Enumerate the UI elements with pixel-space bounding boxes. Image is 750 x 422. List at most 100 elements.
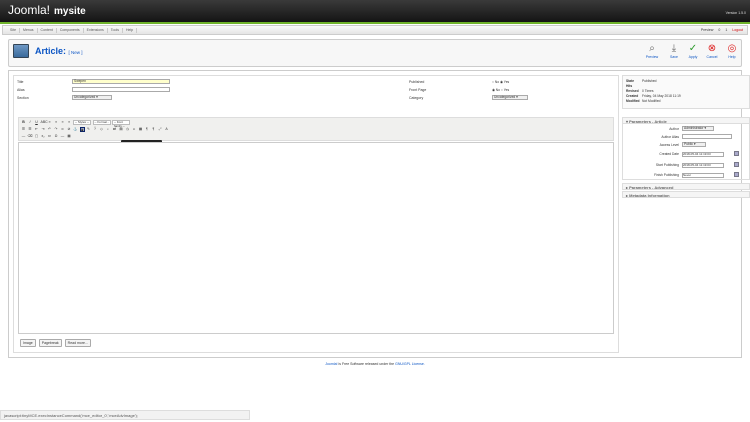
section-select[interactable]: Uncategorized ▾ xyxy=(72,95,112,100)
help-button[interactable]: ◎ Help xyxy=(725,43,739,59)
editor-content-area[interactable] xyxy=(18,142,614,334)
fullscreen-icon[interactable]: ⤢ xyxy=(158,127,163,132)
page-title-text: Article: xyxy=(35,46,67,56)
frontpage-radio-group[interactable]: ◉ No ○ Yes xyxy=(492,88,509,92)
menu-site[interactable]: Site xyxy=(7,28,21,33)
category-select[interactable]: Uncategorized ▾ xyxy=(492,95,528,100)
replace-icon[interactable]: ⇄ xyxy=(112,127,117,132)
finish-publishing-input[interactable]: Never xyxy=(682,173,724,178)
calendar-icon[interactable] xyxy=(734,162,739,167)
time-icon[interactable]: ◷ xyxy=(125,127,130,132)
styles-dropdown[interactable]: -- Styles -- xyxy=(73,120,91,125)
insert-image-icon[interactable]: ▣ xyxy=(79,127,85,132)
state-value: Published xyxy=(642,79,657,83)
page-title: Article: [ New ] xyxy=(35,46,83,56)
align-justify-icon[interactable]: ≡ xyxy=(67,120,72,125)
apply-button[interactable]: ✓ Apply xyxy=(686,43,700,59)
save-button[interactable]: ⤓ Save xyxy=(667,43,681,59)
metadata-title: Metadata Information xyxy=(629,193,670,198)
author-select[interactable]: Administrator ▾ xyxy=(682,126,714,131)
rtl-icon[interactable]: ¶ xyxy=(151,127,156,132)
license-link[interactable]: GNU/GPL License. xyxy=(395,362,425,366)
alias-input[interactable] xyxy=(72,87,170,92)
parameters-advanced-header[interactable]: ▸ Parameters - Advanced xyxy=(622,183,750,190)
horizontal-rule-icon[interactable]: ― xyxy=(60,134,65,139)
readmore-button[interactable]: Read more... xyxy=(64,339,91,347)
calendar-icon[interactable] xyxy=(734,151,739,156)
html-icon[interactable]: ◇ xyxy=(99,127,104,132)
menu-content[interactable]: Content xyxy=(38,28,57,33)
joomla-link[interactable]: Joomla! xyxy=(325,362,337,366)
outdent-icon[interactable]: ⇤ xyxy=(34,127,39,132)
preview-link[interactable]: Preview xyxy=(701,28,713,32)
table-icon[interactable]: ▦ xyxy=(67,134,72,139)
find-icon[interactable]: ⌕ xyxy=(106,127,111,132)
subscript-icon[interactable]: x₂ xyxy=(41,134,46,139)
footer-text: is Free Software released under the xyxy=(338,362,395,366)
logout-link[interactable]: Logout xyxy=(732,28,743,32)
page-subtitle: [ New ] xyxy=(68,50,83,55)
title-input[interactable]: Swepen xyxy=(72,79,170,84)
cleanup-icon[interactable]: ✎ xyxy=(86,127,91,132)
help-button-label: Help xyxy=(728,55,736,59)
cancel-button[interactable]: ⊗ Cancel xyxy=(705,43,719,59)
align-center-icon[interactable]: ≡ xyxy=(54,120,59,125)
ltr-icon[interactable]: ¶ xyxy=(145,127,150,132)
created-date-input[interactable]: 2018-05-04 11:19:03 xyxy=(682,152,724,157)
menu-help[interactable]: Help xyxy=(123,28,138,33)
format-dropdown[interactable]: -- Format -- xyxy=(92,120,111,127)
calendar-icon[interactable] xyxy=(734,172,739,177)
revised-label: Revised xyxy=(626,89,639,93)
undo-icon[interactable]: ↶ xyxy=(47,127,52,132)
author-alias-input[interactable] xyxy=(682,134,732,139)
help-icon: ◎ xyxy=(727,43,737,54)
logo-text: Joomla! xyxy=(8,3,51,17)
strikethrough-icon[interactable]: ABC xyxy=(41,120,48,125)
media-icon[interactable]: ▦ xyxy=(138,127,143,132)
title-label: Title xyxy=(17,80,24,84)
site-name: mysite xyxy=(54,6,86,17)
redo-icon[interactable]: ↷ xyxy=(54,127,59,132)
menu-extensions[interactable]: Extensions xyxy=(84,28,108,33)
bold-icon[interactable]: B xyxy=(21,120,26,125)
help-editor-icon[interactable]: ? xyxy=(93,127,98,132)
font-family-dropdown[interactable]: -- Font family -- xyxy=(112,120,130,127)
published-no: No xyxy=(494,80,500,84)
align-left-icon[interactable]: ≡ xyxy=(47,120,52,125)
parameters-article-header[interactable]: ▾ Parameters - Article xyxy=(622,117,750,124)
metadata-header[interactable]: ▸ Metadata Information xyxy=(622,191,750,198)
menu-menus[interactable]: Menus xyxy=(20,28,38,33)
font-color-icon[interactable]: A xyxy=(164,127,169,132)
underline-icon[interactable]: U xyxy=(34,120,39,125)
visual-aid-icon[interactable]: ▢ xyxy=(34,134,39,139)
published-radio-group[interactable]: ○ No ◉ Yes xyxy=(492,80,509,84)
access-level-select[interactable]: Public ▾ xyxy=(682,142,706,147)
emoticon-icon[interactable]: ☺ xyxy=(132,127,137,132)
anchor-icon[interactable]: ⚓ xyxy=(73,127,78,132)
article-info-box: State Published Hits Revised 0 Times Creat… xyxy=(622,75,750,109)
preview-button[interactable]: ⌕ Preview xyxy=(645,43,659,59)
link-icon[interactable]: ∞ xyxy=(60,127,65,132)
start-publishing-input[interactable]: 2018-05-04 11:19:03 xyxy=(682,163,724,168)
users-count[interactable]: 1 xyxy=(725,28,727,32)
number-list-icon[interactable]: ☰ xyxy=(28,127,33,132)
pagebreak-button[interactable]: Pagebreak xyxy=(38,339,62,347)
indent-icon[interactable]: ⇥ xyxy=(41,127,46,132)
menu-components[interactable]: Components xyxy=(57,28,84,33)
remove-format-icon[interactable]: ⌫ xyxy=(28,134,33,139)
align-right-icon[interactable]: ≡ xyxy=(60,120,65,125)
charmap-icon[interactable]: Ω xyxy=(54,134,59,139)
messages-count[interactable]: 0 xyxy=(718,28,720,32)
joomla-logo: Joomla! mysite xyxy=(8,3,86,17)
hr-icon[interactable]: — xyxy=(21,134,26,139)
image-button[interactable]: Image xyxy=(20,339,36,347)
superscript-icon[interactable]: x² xyxy=(47,134,52,139)
bullet-list-icon[interactable]: ☰ xyxy=(21,127,26,132)
unlink-icon[interactable]: ⊘ xyxy=(67,127,72,132)
date-icon[interactable]: ▤ xyxy=(119,127,124,132)
created-value: Friday, 04 May 2018 11:19 xyxy=(642,94,681,98)
italic-icon[interactable]: I xyxy=(28,120,33,125)
published-yes: Yes xyxy=(503,80,510,84)
menu-tools[interactable]: Tools xyxy=(108,28,123,33)
state-label: State xyxy=(626,79,635,83)
